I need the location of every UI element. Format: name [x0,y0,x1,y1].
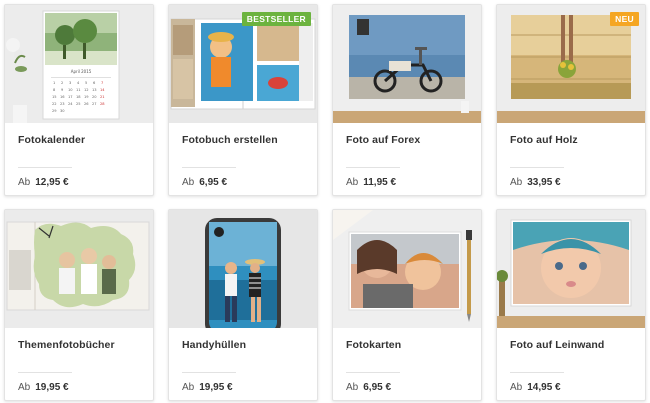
svg-text:25: 25 [76,102,81,106]
product-title[interactable]: Fotokalender [18,134,85,146]
price-row: Ab 19,95 € [182,382,233,393]
svg-text:23: 23 [60,102,65,106]
price-value: 14,95 € [527,382,561,393]
divider [510,372,564,373]
price-row: Ab 19,95 € [18,382,69,393]
svg-text:18: 18 [76,95,81,99]
svg-text:16: 16 [60,95,65,99]
phone-case-illustration [169,210,317,328]
product-card-holz[interactable]: NEU Foto auf Holz Ab 33,95 € [496,4,646,196]
price-value: 6,95 € [199,177,228,188]
product-image-photo-card[interactable] [333,210,481,328]
product-title[interactable]: Foto auf Forex [346,134,420,146]
new-badge: NEU [610,12,639,26]
product-title[interactable]: Foto auf Holz [510,134,578,146]
calendar-illustration: April 2015 1234567 8 9 10 11 12 13 14 15 16 17 18… [5,5,153,123]
svg-text:2: 2 [61,81,63,85]
price-value: 19,95 € [35,382,69,393]
svg-text:28: 28 [100,102,105,106]
svg-text:3: 3 [69,81,71,85]
svg-text:20: 20 [92,95,97,99]
product-card-fotobuch[interactable]: BESTSELLER Fotobuch erstellen Ab 6,95 € [168,4,318,196]
svg-text:15: 15 [52,95,57,99]
product-card-fotokalender[interactable]: April 2015 1234567 8 9 10 11 12 13 14 15 16 17 18… [4,4,154,196]
svg-text:17: 17 [68,95,73,99]
divider [182,167,236,168]
divider [18,167,72,168]
product-image-forex[interactable] [333,5,481,123]
svg-text:14: 14 [100,88,105,92]
price-value: 19,95 € [199,382,233,393]
price-row: Ab 33,95 € [510,177,561,188]
svg-text:11: 11 [76,88,81,92]
product-card-handyhuellen[interactable]: Handyhüllen Ab 19,95 € [168,209,318,401]
calendar-month: April 2015 [71,69,92,74]
product-card-leinwand[interactable]: Foto auf Leinwand Ab 14,95 € [496,209,646,401]
price-row: Ab 11,95 € [346,177,396,188]
svg-text:7: 7 [101,81,103,85]
price-row: Ab 6,95 € [182,177,227,188]
svg-text:27: 27 [92,102,97,106]
svg-text:21: 21 [100,95,105,99]
divider [510,167,564,168]
price-prefix: Ab [18,177,31,188]
themed-book-illustration [5,210,153,328]
svg-text:1: 1 [53,81,55,85]
canvas-illustration [497,210,645,328]
svg-text:22: 22 [52,102,57,106]
product-grid: April 2015 1234567 8 9 10 11 12 13 14 15 16 17 18… [0,0,650,403]
divider [346,167,400,168]
product-card-forex[interactable]: Foto auf Forex Ab 11,95 € [332,4,482,196]
svg-text:19: 19 [84,95,89,99]
price-prefix: Ab [510,177,523,188]
svg-text:10: 10 [68,88,73,92]
svg-text:12: 12 [84,88,89,92]
product-title[interactable]: Themenfotobücher [18,339,115,351]
svg-text:24: 24 [68,102,73,106]
product-image-canvas[interactable] [497,210,645,328]
product-title[interactable]: Handyhüllen [182,339,246,351]
product-title[interactable]: Fotokarten [346,339,401,351]
bestseller-badge: BESTSELLER [241,12,311,26]
price-prefix: Ab [182,382,195,393]
price-value: 11,95 € [363,177,397,188]
divider [346,372,400,373]
divider [182,372,236,373]
photo-card-illustration [333,210,481,328]
price-value: 6,95 € [363,382,392,393]
price-prefix: Ab [510,382,523,393]
product-image-phone-case[interactable] [169,210,317,328]
price-prefix: Ab [346,382,359,393]
product-image-photobook[interactable]: BESTSELLER [169,5,317,123]
price-prefix: Ab [18,382,31,393]
price-prefix: Ab [346,177,359,188]
price-row: Ab 6,95 € [346,382,391,393]
product-title[interactable]: Foto auf Leinwand [510,339,604,351]
svg-text:5: 5 [85,81,87,85]
svg-text:30: 30 [60,109,65,113]
forex-illustration [333,5,481,123]
svg-text:29: 29 [52,109,57,113]
price-row: Ab 14,95 € [510,382,561,393]
product-image-wood[interactable]: NEU [497,5,645,123]
price-value: 12,95 € [35,177,69,188]
product-card-fotokarten[interactable]: Fotokarten Ab 6,95 € [332,209,482,401]
svg-text:13: 13 [92,88,97,92]
price-row: Ab 12,95 € [18,177,69,188]
price-value: 33,95 € [527,177,561,188]
product-image-themed-book[interactable] [5,210,153,328]
price-prefix: Ab [182,177,195,188]
svg-text:26: 26 [84,102,89,106]
product-image-calendar[interactable]: April 2015 1234567 8 9 10 11 12 13 14 15 16 17 18… [5,5,153,123]
product-title[interactable]: Fotobuch erstellen [182,134,278,146]
product-card-themenfotobuecher[interactable]: Themenfotobücher Ab 19,95 € [4,209,154,401]
divider [18,372,72,373]
